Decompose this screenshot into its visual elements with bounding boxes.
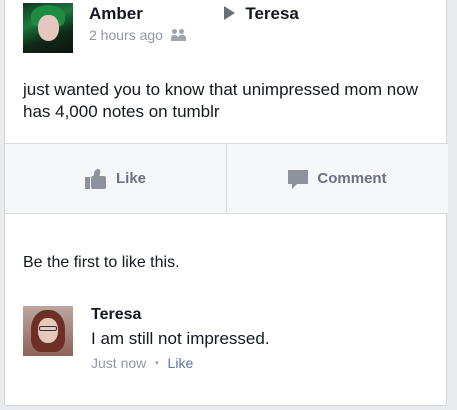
- comment-label: Comment: [317, 170, 387, 187]
- target-name[interactable]: Teresa: [245, 4, 299, 23]
- comment-timestamp: Just now: [91, 355, 147, 371]
- post-names: Amber Teresa: [89, 4, 299, 24]
- action-bar: Like Comment: [5, 143, 448, 214]
- arrow-right-icon: [223, 6, 235, 20]
- comment-text: I am still not impressed.: [91, 329, 270, 348]
- post-card: Amber Teresa 2 hours ago just wanted you…: [4, 0, 448, 406]
- comment-meta: Just now • Like: [91, 355, 193, 371]
- post-meta: 2 hours ago: [89, 27, 187, 43]
- post-text: just wanted you to know that unimpressed…: [23, 80, 418, 121]
- comment-button[interactable]: Comment: [226, 144, 448, 213]
- post-header: Amber Teresa 2 hours ago: [23, 3, 443, 53]
- like-button[interactable]: Like: [5, 144, 226, 213]
- like-label: Like: [115, 170, 146, 187]
- author-avatar[interactable]: [23, 3, 73, 53]
- separator-dot: •: [155, 358, 159, 369]
- comment-item: Teresa I am still not impressed. Just no…: [23, 306, 443, 371]
- author-name[interactable]: Amber: [89, 4, 143, 23]
- comment-like-link[interactable]: Like: [168, 355, 194, 371]
- avatar-glasses: [39, 326, 57, 331]
- commenter-avatar[interactable]: [23, 306, 73, 356]
- avatar-face: [38, 15, 59, 41]
- likes-summary: Be the first to like this.: [23, 254, 180, 271]
- friends-icon[interactable]: [170, 29, 187, 41]
- commenter-name[interactable]: Teresa: [91, 306, 141, 324]
- thumbs-up-icon: [84, 168, 107, 189]
- comment-bubble-icon: [288, 169, 309, 189]
- post-timestamp[interactable]: 2 hours ago: [89, 27, 163, 43]
